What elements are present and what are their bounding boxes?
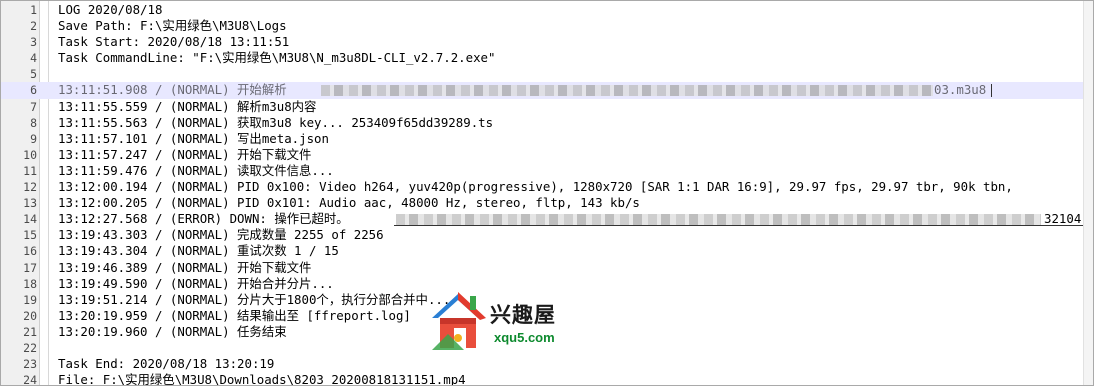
line-number: 1: [30, 3, 37, 17]
log-line[interactable]: 7 13:11:55.559 / (NORMAL) 解析m3u8内容: [1, 99, 1093, 115]
log-line[interactable]: 15 13:19:43.303 / (NORMAL) 完成数量 2255 of 2…: [1, 227, 1093, 243]
line-number: 13: [23, 196, 37, 211]
redacted-region: [321, 85, 933, 97]
line-number: 12: [23, 180, 37, 195]
line-number: 8: [30, 115, 37, 130]
watermark-url: xqu5.com: [494, 330, 555, 345]
log-line[interactable]: 3 Task Start: 2020/08/18 13:11:51: [1, 34, 1093, 50]
line-number: 23: [23, 357, 37, 372]
site-watermark: 兴趣屋 xqu5.com: [428, 288, 578, 354]
line-text: Task CommandLine: "F:\实用绿色\M3U8\N_m3u8DL…: [58, 50, 496, 66]
line-number: 16: [23, 244, 37, 259]
vertical-scrollbar[interactable]: [1083, 1, 1093, 385]
line-text: 13:20:19.960 / (NORMAL) 任务结束: [58, 323, 287, 339]
line-text: 13:11:57.247 / (NORMAL) 开始下载文件: [58, 146, 312, 162]
log-line[interactable]: 2 Save Path: F:\实用绿色\M3U8\Logs: [1, 18, 1093, 34]
line-text: 13:19:46.389 / (NORMAL) 开始下载文件: [58, 259, 312, 275]
line-text: 13:20:19.959 / (NORMAL) 结果输出至 [ffreport.…: [58, 307, 411, 323]
log-line[interactable]: 16 13:19:43.304 / (NORMAL) 重试次数 1 / 15: [1, 243, 1093, 259]
line-text: 13:19:43.303 / (NORMAL) 完成数量 2255 of 225…: [58, 227, 384, 243]
line-text: 13:19:49.590 / (NORMAL) 开始合并分片...: [58, 275, 334, 291]
line-text: 13:11:55.559 / (NORMAL) 解析m3u8内容: [58, 98, 317, 114]
line-number: 10: [23, 147, 37, 162]
line-text: 13:11:55.563 / (NORMAL) 获取m3u8 key... 25…: [58, 114, 494, 130]
line-text: 13:12:27.568 / (ERROR) DOWN: 操作已超时。: [58, 211, 349, 227]
log-line[interactable]: 24 File: F:\实用绿色\M3U8\Downloads\8203_2020…: [1, 372, 1093, 386]
line-number: 7: [30, 99, 37, 114]
line-text: 13:11:51.908 / (NORMAL) 开始解析: [58, 82, 287, 98]
line-text: Save Path: F:\实用绿色\M3U8\Logs: [58, 18, 287, 34]
error-underline: [394, 225, 1085, 227]
line-number: 3: [30, 35, 37, 50]
log-line[interactable]: 17 13:19:46.389 / (NORMAL) 开始下载文件: [1, 260, 1093, 276]
line-text: 13:19:43.304 / (NORMAL) 重试次数 1 / 15: [58, 243, 339, 259]
line-number: 9: [30, 131, 37, 146]
line-number: 24: [23, 373, 37, 386]
log-line[interactable]: 14 13:12:27.568 / (ERROR) DOWN: 操作已超时。 321…: [1, 211, 1093, 227]
log-line[interactable]: 8 13:11:55.563 / (NORMAL) 获取m3u8 key... 2…: [1, 115, 1093, 131]
line-number: 19: [23, 292, 37, 307]
line-text: 13:11:59.476 / (NORMAL) 读取文件信息...: [58, 162, 334, 178]
line-number: 21: [23, 324, 37, 339]
line-text: LOG 2020/08/18: [58, 2, 163, 17]
text-cursor: [991, 84, 992, 98]
line-text: 13:19:51.214 / (NORMAL) 分片大于1800个，执行分部合并…: [58, 291, 451, 307]
line-number: 2: [30, 19, 37, 34]
line-text: 13:12:00.194 / (NORMAL) PID 0x100: Video…: [58, 179, 1013, 195]
log-line[interactable]: 9 13:11:57.101 / (NORMAL) 写出meta.json: [1, 131, 1093, 147]
line-text: 13:12:00.205 / (NORMAL) PID 0x101: Audio…: [58, 195, 640, 211]
watermark-brand: 兴趣屋: [490, 303, 556, 327]
line-text: Task Start: 2020/08/18 13:11:51: [58, 34, 290, 50]
line-number: 6: [30, 83, 37, 98]
line-text: File: F:\实用绿色\M3U8\Downloads\8203_202008…: [58, 372, 466, 386]
log-line[interactable]: 4 Task CommandLine: "F:\实用绿色\M3U8\N_m3u8D…: [1, 50, 1093, 66]
line-text-tail: 03.m3u8: [934, 82, 987, 98]
log-line[interactable]: 11 13:11:59.476 / (NORMAL) 读取文件信息...: [1, 163, 1093, 179]
log-line[interactable]: 23 Task End: 2020/08/18 13:20:19: [1, 356, 1093, 372]
log-line[interactable]: 5: [1, 66, 1093, 82]
log-line[interactable]: 13 13:12:00.205 / (NORMAL) PID 0x101: Aud…: [1, 195, 1093, 211]
log-line[interactable]: 1 LOG 2020/08/18: [1, 2, 1093, 18]
line-text: 13:11:57.101 / (NORMAL) 写出meta.json: [58, 130, 329, 146]
redacted-region: [396, 214, 1041, 226]
line-number: 5: [30, 67, 37, 82]
line-number: 22: [23, 340, 37, 355]
line-number: 18: [23, 276, 37, 291]
log-line[interactable]: 6 13:11:51.908 / (NORMAL) 开始解析 03.m3u8: [1, 82, 1093, 99]
line-number: 17: [23, 260, 37, 275]
log-line[interactable]: 10 13:11:57.247 / (NORMAL) 开始下载文件: [1, 147, 1093, 163]
line-number: 11: [23, 163, 37, 178]
line-number: 15: [23, 228, 37, 243]
line-number: 14: [23, 212, 37, 227]
line-number: 20: [23, 308, 37, 323]
line-number: 4: [30, 51, 37, 66]
line-text: Task End: 2020/08/18 13:20:19: [58, 356, 275, 372]
log-line[interactable]: 12 13:12:00.194 / (NORMAL) PID 0x100: Vid…: [1, 179, 1093, 195]
house-logo-icon: [432, 292, 486, 350]
